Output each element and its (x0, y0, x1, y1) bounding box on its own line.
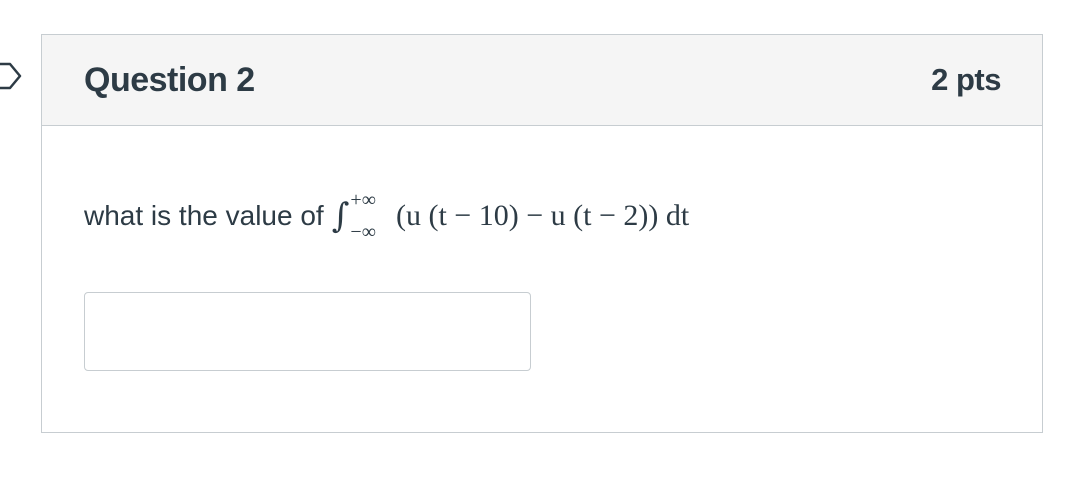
flag-question-icon[interactable] (0, 60, 24, 92)
integral-sign: ∫ (331, 196, 350, 236)
question-card: Question 2 2 pts what is the value of ∫ … (41, 34, 1043, 433)
lower-limit: −∞ (350, 221, 376, 243)
answer-input[interactable] (84, 292, 531, 371)
upper-limit: +∞ (350, 189, 376, 211)
integrand: (u (t − 10) − u (t − 2)) dt (395, 199, 690, 232)
question-points: 2 pts (931, 62, 1001, 97)
math-expression: ∫ +∞ −∞ (u (t − 10) − u (t − 2)) dt (331, 190, 690, 242)
quiz-page: Question 2 2 pts what is the value of ∫ … (0, 0, 1090, 482)
integral: ∫ +∞ −∞ (331, 190, 376, 242)
question-text: what is the value of ∫ +∞ −∞ (u (t − 10)… (84, 190, 690, 242)
question-title: Question 2 (84, 60, 255, 99)
question-header: Question 2 2 pts (42, 35, 1042, 126)
question-prompt: what is the value of (84, 200, 324, 231)
integral-limits: +∞ −∞ (350, 190, 376, 242)
